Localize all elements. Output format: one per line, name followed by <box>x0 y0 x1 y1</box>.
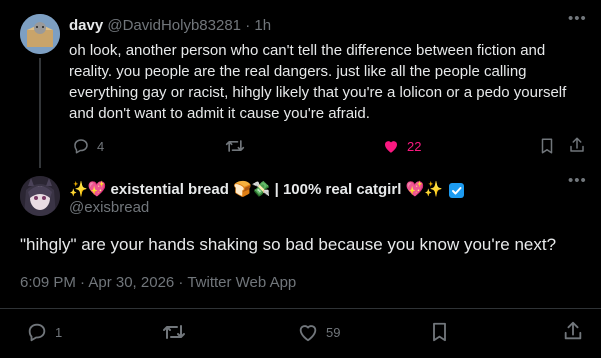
main-reply-button[interactable]: 1 <box>26 321 62 343</box>
reply-time[interactable]: 1h <box>254 17 271 34</box>
reply-bookmark-button[interactable] <box>539 137 555 155</box>
reply-reply-count: 4 <box>97 138 105 154</box>
avatar-davy[interactable] <box>20 14 60 54</box>
reply-display-name[interactable]: davy <box>69 17 103 34</box>
heart-icon <box>299 325 317 342</box>
retweet-icon <box>225 140 245 152</box>
main-reply-count: 1 <box>55 324 63 340</box>
more-icon[interactable]: ••• <box>568 10 587 27</box>
more-icon[interactable]: ••• <box>568 172 587 189</box>
main-text: "hihgly" are your hands shaking so bad b… <box>20 235 557 254</box>
bookmark-icon <box>433 322 446 342</box>
main-share-button[interactable] <box>562 320 584 342</box>
reply-handle[interactable]: @DavidHolyb83281 <box>107 17 241 34</box>
main-header: ✨💖 existential bread 🍞💸 | 100% real catg… <box>69 180 464 198</box>
thread-line <box>39 58 41 168</box>
share-icon <box>564 321 582 340</box>
reply-reply-button[interactable]: 4 <box>72 137 104 155</box>
reply-icon <box>74 139 88 154</box>
reply-icon <box>28 323 46 342</box>
main-bookmark-button[interactable] <box>430 321 449 343</box>
reply-like-count: 22 <box>407 138 422 154</box>
reply-share-button[interactable] <box>568 136 586 154</box>
verified-badge-icon[interactable] <box>448 182 464 198</box>
main-handle[interactable]: @exisbread <box>69 199 149 216</box>
reply-separator: · <box>245 17 251 34</box>
main-display-name[interactable]: ✨💖 existential bread 🍞💸 | 100% real catg… <box>69 180 443 198</box>
avatar-exisbread[interactable] <box>20 176 60 216</box>
bookmark-icon <box>541 138 553 154</box>
reply-retweet-button[interactable] <box>225 137 245 155</box>
reply-text: oh look, another person who can't tell t… <box>69 42 567 122</box>
share-icon <box>570 137 584 152</box>
tweet-meta[interactable]: 6:09 PM · Apr 30, 2026 · Twitter Web App <box>20 274 296 291</box>
reply-header: davy @DavidHolyb83281 · 1h <box>69 17 271 34</box>
main-like-button[interactable]: 59 <box>297 321 340 343</box>
main-like-count: 59 <box>326 324 341 340</box>
main-retweet-button[interactable] <box>162 321 186 343</box>
heart-icon <box>385 141 397 153</box>
retweet-icon <box>163 325 185 339</box>
reply-like-button[interactable]: 22 <box>382 137 421 155</box>
divider <box>0 308 601 309</box>
